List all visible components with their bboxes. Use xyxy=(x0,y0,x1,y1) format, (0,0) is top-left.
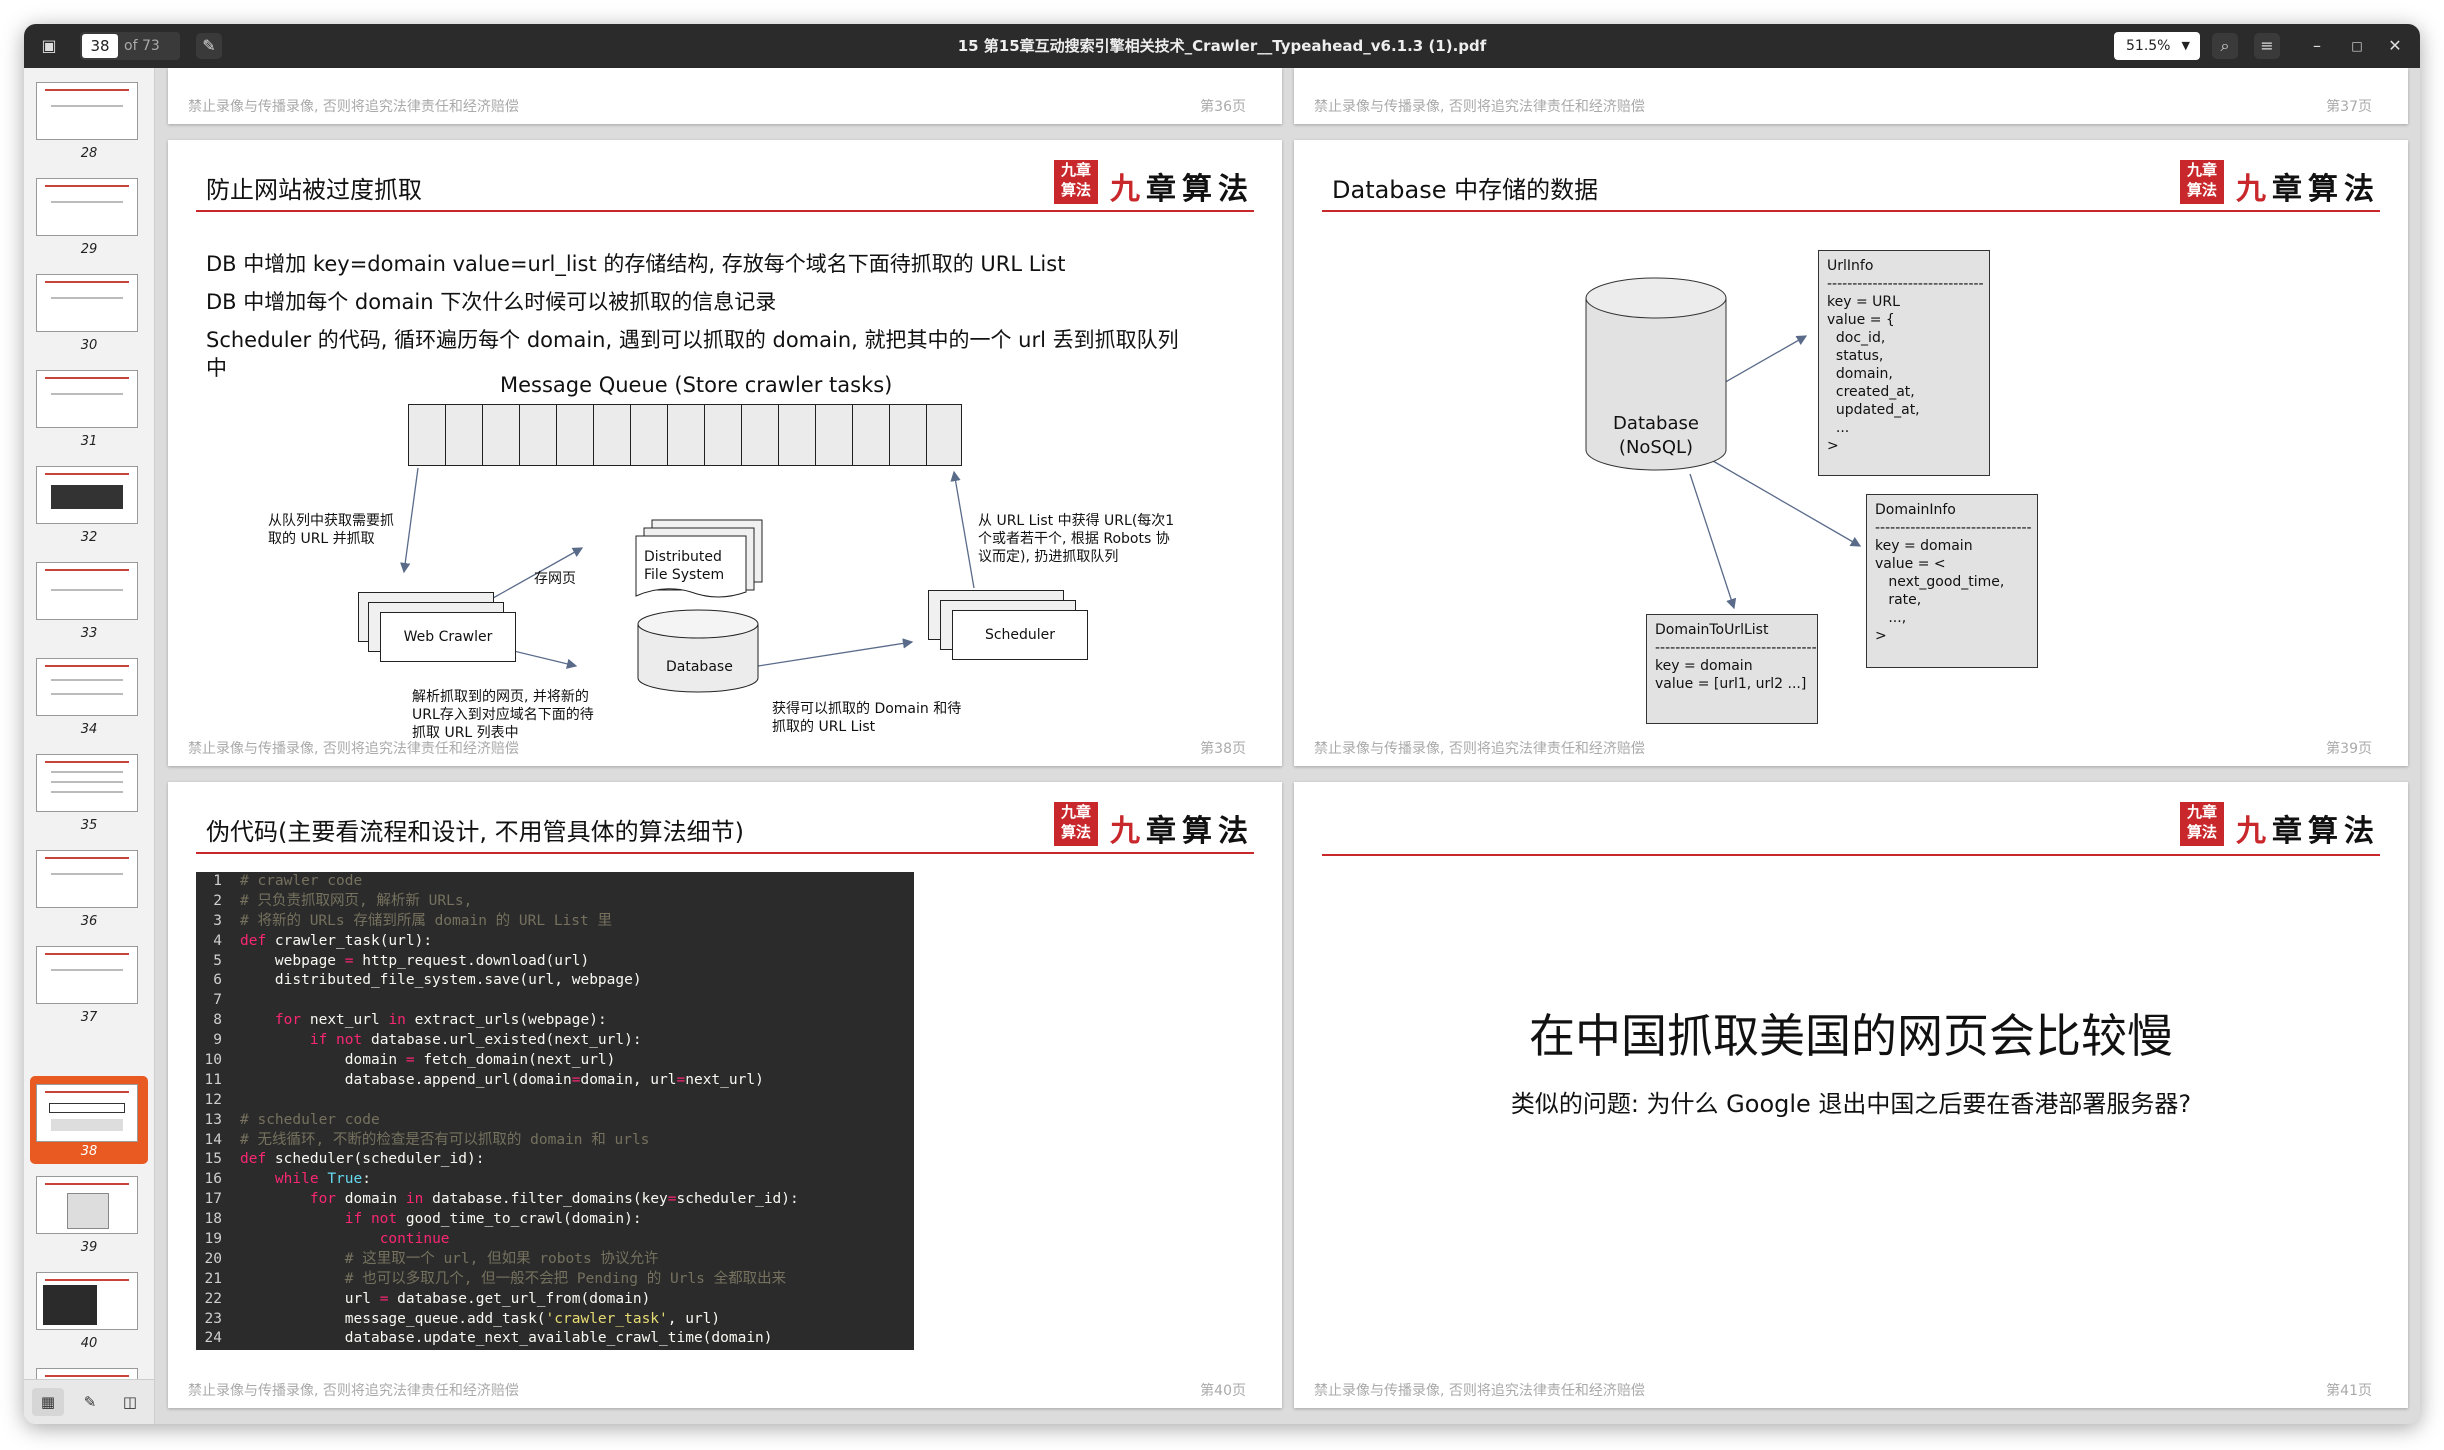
logo-text: 九章算法 xyxy=(1110,814,1254,849)
logo-text: 九章算法 xyxy=(2236,814,2380,849)
thumbnail-label: 37 xyxy=(80,1010,98,1025)
thumbnail-label-selected: 38 xyxy=(80,1144,98,1159)
thumbnail-31[interactable] xyxy=(36,370,138,428)
note-store: 存网页 xyxy=(534,571,576,587)
note-sched-2: 个或者若干个, 根据 Robots 协 xyxy=(978,531,1170,547)
thumbnail-label: 32 xyxy=(80,530,98,545)
thumbnail-label: 31 xyxy=(80,434,98,449)
domaininfo-box: DomainInfo -----------------------------… xyxy=(1866,494,2038,668)
thumbnail-label: 36 xyxy=(80,914,98,929)
thumbnail-32[interactable] xyxy=(36,466,138,524)
slide-38: 防止网站被过度抓取 九章 算法 九章算法 DB 中增加 key=domain va… xyxy=(168,140,1282,766)
thumbnail-label: 40 xyxy=(80,1336,98,1351)
urlinfo-box: UrlInfo ------------------------------- … xyxy=(1818,250,1990,476)
thumbnail-label: 30 xyxy=(80,338,98,353)
thumbnail-label: 35 xyxy=(80,818,98,833)
thumbnail-label: 33 xyxy=(80,626,98,641)
search-icon[interactable]: ⌕ xyxy=(2212,33,2238,59)
web-crawler-box: Web Crawler xyxy=(380,612,516,662)
dfs-label-line1: Distributed xyxy=(644,549,722,565)
thumbnails-view-icon[interactable]: ▦ xyxy=(32,1388,64,1416)
note-fetch-1: 从队列中获取需要抓 xyxy=(268,513,394,529)
slide-40: 伪代码(主要看流程和设计, 不用管具体的算法细节) 九章 算法 九章算法 1 # c… xyxy=(168,782,1282,1408)
thumbnail-28[interactable] xyxy=(36,82,138,140)
thumbnail-37[interactable] xyxy=(36,946,138,1004)
domaintourllist-box: DomainToUrlList ------------------------… xyxy=(1646,614,1818,724)
thumbnail-38[interactable] xyxy=(36,1084,138,1142)
scheduler-box: Scheduler xyxy=(952,610,1088,660)
note-parse-2: URL存入到对应域名下面的待 xyxy=(412,707,594,723)
thumbnail-40[interactable] xyxy=(36,1272,138,1330)
slide-footer-text: 禁止录像与传播录像, 否则将追究法律责任和经济赔偿 xyxy=(1314,99,1645,115)
note-domain-2: 抓取的 URL List xyxy=(772,719,876,735)
note-sched-3: 议而定), 扔进抓取队列 xyxy=(978,549,1119,565)
slide-footer-text: 禁止录像与传播录像, 否则将追究法律责任和经济赔偿 xyxy=(188,741,519,757)
thumbnail-sidebar: 28 29 30 31 32 33 34 35 36 37 38 39 40 ▦… xyxy=(24,68,155,1424)
thumbnail-35[interactable] xyxy=(36,754,138,812)
thumbnail-39[interactable] xyxy=(36,1176,138,1234)
slide-page-number: 第39页 xyxy=(2326,741,2372,757)
slide-36-partial: 禁止录像与传播录像, 否则将追究法律责任和经济赔偿 第36页 xyxy=(168,68,1282,124)
annotations-view-icon[interactable]: ✎ xyxy=(74,1388,106,1416)
pdf-viewer-window: ▣ 38 of 73 ✎ 15 第15章互动搜索引擎相关技术_Crawler__… xyxy=(24,24,2420,1424)
code-block: 1 # crawler code 2 # 只负责抓取网页, 解析新 URLs, 3 #… xyxy=(196,872,914,1350)
close-icon[interactable]: ✕ xyxy=(2382,33,2408,59)
thumbnail-label: 28 xyxy=(80,146,98,161)
slide-subline: 类似的问题: 为什么 Google 退出中国之后要在香港部署服务器? xyxy=(1510,1090,2192,1118)
minimize-icon[interactable]: – xyxy=(2304,33,2330,59)
sidebar-bottom-bar: ▦ ✎ ◫ xyxy=(24,1379,154,1424)
thumbnail-30[interactable] xyxy=(36,274,138,332)
title-divider xyxy=(196,852,1254,854)
jiuzhang-logo: 九章 算法 九章算法 xyxy=(1054,802,1254,849)
slide-page-number: 第40页 xyxy=(1200,1383,1246,1399)
maximize-icon[interactable]: □ xyxy=(2344,33,2370,59)
slide-footer-text: 禁止录像与传播录像, 否则将追究法律责任和经济赔偿 xyxy=(188,1383,519,1399)
dfs-label-line2: File System xyxy=(644,567,725,583)
db-label-line1: Database xyxy=(1613,413,1699,434)
slide-footer-text: 禁止录像与传播录像, 否则将追究法律责任和经济赔偿 xyxy=(188,99,519,115)
chevron-down-icon: ▼ xyxy=(2181,39,2190,52)
note-fetch-2: 取的 URL 并抓取 xyxy=(268,531,375,547)
logo-seal: 九章 算法 xyxy=(2180,802,2224,846)
zoom-select[interactable]: 51.5% ▼ xyxy=(2114,32,2200,60)
database-label: Database xyxy=(666,659,733,675)
note-sched-1: 从 URL List 中获得 URL(每次1 xyxy=(978,513,1175,529)
thumbnail-label: 39 xyxy=(80,1240,98,1255)
slide-page-number: 第38页 xyxy=(1200,741,1246,757)
slide-page-number: 第36页 xyxy=(1200,99,1246,115)
logo-seal: 九章 算法 xyxy=(1054,802,1098,846)
slide-37-partial: 禁止录像与传播录像, 否则将追究法律责任和经济赔偿 第37页 xyxy=(1294,68,2408,124)
window-title: 15 第15章互动搜索引擎相关技术_Crawler__Typeahead_v6.… xyxy=(957,37,1487,55)
slide-footer-text: 禁止录像与传播录像, 否则将追究法律责任和经济赔偿 xyxy=(1314,1383,1645,1399)
slide-page-number: 第37页 xyxy=(2326,99,2372,115)
outline-view-icon[interactable]: ◫ xyxy=(114,1388,146,1416)
note-parse-1: 解析抓取到的网页, 并将新的 xyxy=(412,689,589,705)
slide-41: 九章 算法 九章算法 在中国抓取美国的网页会比较慢 类似的问题: 为什么 Goog… xyxy=(1294,782,2408,1408)
thumbnail-29[interactable] xyxy=(36,178,138,236)
thumbnail-34[interactable] xyxy=(36,658,138,716)
slide-footer-text: 禁止录像与传播录像, 否则将追究法律责任和经济赔偿 xyxy=(1314,741,1645,757)
title-bar: ▣ 38 of 73 ✎ 15 第15章互动搜索引擎相关技术_Crawler__… xyxy=(24,24,2420,68)
note-domain-1: 获得可以抓取的 Domain 和待 xyxy=(772,701,962,717)
slide-headline: 在中国抓取美国的网页会比较慢 xyxy=(1529,1009,2173,1063)
thumbnail-36[interactable] xyxy=(36,850,138,908)
thumbnail-label: 34 xyxy=(80,722,98,737)
slide-39: Database 中存储的数据 九章 算法 九章算法 Database (NoSQ… xyxy=(1294,140,2408,766)
slide-page-number: 第41页 xyxy=(2326,1383,2372,1399)
title-divider xyxy=(1322,854,2380,856)
slide-title: 伪代码(主要看流程和设计, 不用管具体的算法细节) xyxy=(206,818,744,846)
db-label-line2: (NoSQL) xyxy=(1618,437,1694,458)
menu-icon[interactable]: ≡ xyxy=(2254,33,2280,59)
thumbnail-33[interactable] xyxy=(36,562,138,620)
thumbnail-label: 29 xyxy=(80,242,98,257)
jiuzhang-logo: 九章 算法 九章算法 xyxy=(2180,802,2380,849)
zoom-value: 51.5% xyxy=(2126,38,2171,54)
